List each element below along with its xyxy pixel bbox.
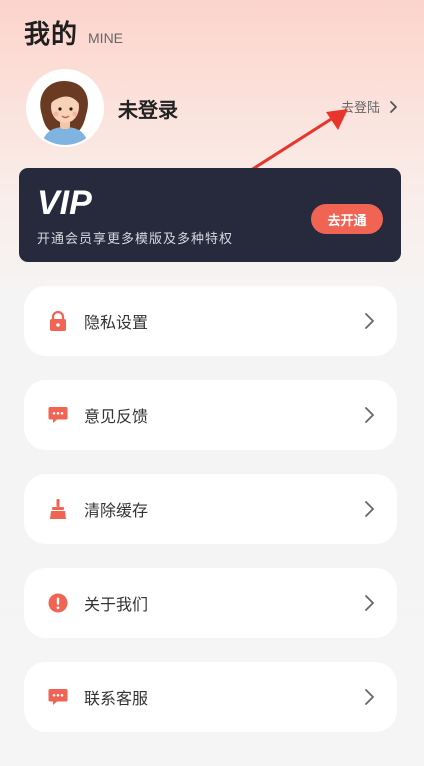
chevron-right-icon <box>365 689 374 705</box>
info-circle-icon <box>48 593 68 613</box>
menu-item-label: 关于我们 <box>84 595 149 614</box>
menu-item-label: 清除缓存 <box>84 501 149 520</box>
settings-menu: 隐私设置 意见反馈 清除缓存 关于我们 联系客服 <box>24 286 397 756</box>
menu-item-label: 隐私设置 <box>84 313 149 332</box>
menu-item-label: 联系客服 <box>84 689 149 708</box>
chevron-right-icon <box>365 501 374 517</box>
avatar[interactable] <box>28 71 102 145</box>
chevron-right-icon <box>390 100 397 113</box>
vip-logo-icon: VIP <box>37 184 92 218</box>
menu-item-feedback[interactable]: 意见反馈 <box>24 380 397 450</box>
menu-item-label: 意见反馈 <box>84 407 149 426</box>
login-link-label: 去登陆 <box>340 101 380 116</box>
page-subtitle: MINE <box>88 30 124 46</box>
login-link[interactable]: 去登陆 <box>341 97 398 116</box>
menu-item-privacy[interactable]: 隐私设置 <box>24 286 397 356</box>
avatar-illustration-icon <box>28 71 102 145</box>
chevron-right-icon <box>365 407 374 423</box>
chevron-right-icon <box>365 313 374 329</box>
menu-item-clear-cache[interactable]: 清除缓存 <box>24 474 397 544</box>
username: 未登录 <box>118 97 178 122</box>
chat-bubble-icon <box>48 405 68 425</box>
message-icon <box>48 687 68 707</box>
vip-description: 开通会员享更多模版及多种特权 <box>37 232 234 247</box>
vip-banner[interactable]: VIP 开通会员享更多模版及多种特权 去开通 <box>19 168 401 262</box>
broom-icon <box>48 499 68 519</box>
chevron-right-icon <box>365 595 374 611</box>
menu-item-contact[interactable]: 联系客服 <box>24 662 397 732</box>
lock-icon <box>48 311 68 331</box>
page-title: 我的 <box>24 20 79 50</box>
profile-section: 未登录 去登陆 <box>28 70 404 146</box>
svg-text:VIP: VIP <box>37 184 92 218</box>
menu-item-about[interactable]: 关于我们 <box>24 568 397 638</box>
page-header: 我的 MINE <box>24 14 123 51</box>
vip-activate-button[interactable]: 去开通 <box>311 204 383 234</box>
